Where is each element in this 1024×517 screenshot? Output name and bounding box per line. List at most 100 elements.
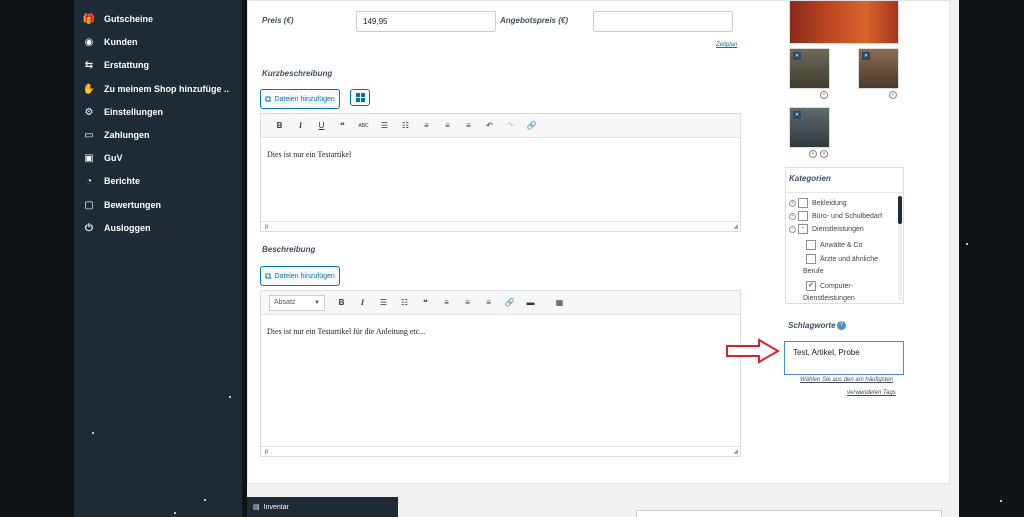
sidebar-item-label: Erstattung	[104, 60, 149, 70]
remove-circle-icon[interactable]: ×	[820, 150, 828, 158]
scrollbar-thumb[interactable]	[898, 196, 902, 224]
gears-icon: ⚙	[84, 106, 94, 118]
bullet-list-button[interactable]: ☰	[373, 298, 394, 307]
sale-price-input[interactable]	[593, 11, 733, 32]
tags-input[interactable]: Test, Artikel, Probe	[784, 341, 904, 375]
background-speck	[204, 499, 206, 501]
popular-tags-link[interactable]: Wählen Sie aus den am häufigsten	[800, 377, 893, 383]
gallery-button[interactable]	[350, 89, 370, 106]
background-speck	[966, 243, 968, 245]
add-circle-icon[interactable]: +	[809, 150, 817, 158]
align-center-button[interactable]: ≡	[437, 121, 458, 130]
price-label: Preis (€)	[262, 16, 294, 25]
sidebar-item-bewertungen[interactable]: ▢ Bewertungen	[74, 194, 242, 216]
category-checkbox-checked[interactable]: ✔	[806, 281, 816, 291]
product-main-image[interactable]	[789, 0, 899, 44]
category-checkbox[interactable]	[806, 254, 816, 264]
add-files-label: Dateien hinzufügen	[274, 95, 335, 103]
sidebar-item-label: Zu meinem Shop hinzufüge ..	[104, 84, 229, 94]
sidebar-item-zahlungen[interactable]: ▭ Zahlungen	[74, 124, 242, 146]
add-files-button[interactable]: ⧉ Dateien hinzufügen	[260, 89, 340, 109]
underline-button[interactable]: U	[311, 121, 332, 130]
category-checkbox[interactable]	[798, 198, 808, 208]
expand-icon[interactable]: +	[789, 212, 796, 220]
divider	[786, 192, 903, 193]
sidebar-item-erstattung[interactable]: ⇆ Erstattung	[74, 54, 242, 76]
blockquote-button[interactable]: ❝	[332, 121, 353, 130]
sidebar-item-kunden[interactable]: ◉ Kunden	[74, 31, 242, 53]
comment-icon: ▢	[84, 199, 94, 211]
category-label: Bekleidung	[812, 199, 847, 207]
align-right-button[interactable]: ≡	[478, 298, 499, 307]
tab-inventar[interactable]: ▤ Inventar	[247, 497, 398, 517]
category-checkbox[interactable]: -	[798, 224, 808, 234]
sidebar-item-add-to-shop[interactable]: ✋ Zu meinem Shop hinzufüge ..	[74, 78, 242, 100]
remove-image-icon[interactable]: ✕	[793, 111, 801, 119]
short-description-content[interactable]: Dies ist nur ein Testartikel	[267, 150, 351, 159]
format-select-value: Absatz	[274, 299, 296, 306]
database-icon: ▤	[253, 504, 260, 511]
align-center-button[interactable]: ≡	[457, 298, 478, 307]
category-item[interactable]: + Büro- und Schulbedarf	[789, 211, 882, 221]
editor-path: p	[261, 221, 740, 231]
remove-image-icon[interactable]: ✕	[862, 52, 870, 60]
undo-button[interactable]: ↶	[479, 121, 500, 130]
sidebar-item-gutscheine[interactable]: 🎁 Gutscheine	[74, 8, 242, 30]
category-item[interactable]: + Bekleidung	[789, 198, 847, 208]
redo-button[interactable]: ↷	[500, 121, 521, 130]
description-content[interactable]: Dies ist nur ein Testartikel für die Anl…	[267, 327, 425, 336]
popular-tags-link[interactable]: verwendeten Tags	[847, 390, 896, 396]
help-icon[interactable]: ?	[837, 321, 846, 330]
sidebar-item-berichte[interactable]: ◔ Berichte	[74, 170, 242, 192]
category-item[interactable]: Ärzte und ähnliche	[806, 254, 878, 264]
category-item[interactable]: Anwälte & Co	[806, 240, 862, 250]
toolbar-toggle-button[interactable]: ▦	[549, 298, 570, 307]
remove-circle-icon[interactable]: ×	[889, 91, 897, 99]
sidebar-item-einstellungen[interactable]: ⚙ Einstellungen	[74, 101, 242, 123]
align-right-button[interactable]: ≡	[458, 121, 479, 130]
format-select[interactable]: Absatz ▼	[269, 294, 325, 311]
bullet-list-button[interactable]: ☰	[374, 121, 395, 130]
link-button[interactable]: 🔗	[521, 121, 542, 130]
categories-scrollbar[interactable]	[898, 196, 902, 300]
resize-grip-icon[interactable]: ◢	[733, 448, 738, 455]
strikethrough-button[interactable]: ABC	[353, 123, 374, 129]
bold-button[interactable]: B	[269, 121, 290, 130]
read-more-button[interactable]: ▬	[520, 298, 541, 307]
sidebar-item-ausloggen[interactable]: ⏻ Ausloggen	[74, 217, 242, 239]
sidebar-item-label: Bewertungen	[104, 200, 162, 210]
bottom-field[interactable]	[636, 510, 942, 517]
align-left-button[interactable]: ≡	[436, 298, 457, 307]
link-button[interactable]: 🔗	[499, 298, 520, 307]
remove-circle-icon[interactable]: ×	[820, 91, 828, 99]
sidebar-item-guv[interactable]: ▣ GuV	[74, 147, 242, 169]
category-item[interactable]: − - Dienstleistungen	[789, 224, 864, 234]
short-description-editor: B I U ❝ ABC ☰ ☷ ≡ ≡ ≡ ↶ ↷ 🔗 Dies ist nur…	[260, 113, 741, 232]
align-left-button[interactable]: ≡	[416, 121, 437, 130]
description-editor: Absatz ▼ B I ☰ ☷ ❝ ≡ ≡ ≡ 🔗 ▬ ▦ Dies ist …	[260, 290, 741, 457]
category-checkbox[interactable]	[798, 211, 808, 221]
blockquote-button[interactable]: ❝	[415, 298, 436, 307]
editor-toolbar: B I U ❝ ABC ☰ ☷ ≡ ≡ ≡ ↶ ↷ 🔗	[261, 114, 740, 138]
add-files-button[interactable]: ⧉ Dateien hinzufügen	[260, 266, 340, 286]
panel-edge	[950, 0, 959, 484]
category-item[interactable]: ✔ Computer-	[806, 281, 853, 291]
numbered-list-button[interactable]: ☷	[395, 121, 416, 130]
bold-button[interactable]: B	[331, 298, 352, 307]
gallery-image-1[interactable]: ✕	[789, 48, 830, 89]
resize-grip-icon[interactable]: ◢	[733, 223, 738, 230]
expand-icon[interactable]: +	[789, 199, 796, 207]
price-input[interactable]: 149,95	[356, 11, 496, 32]
italic-button[interactable]: I	[352, 298, 373, 307]
gallery-image-2[interactable]: ✕	[858, 48, 899, 89]
schedule-link[interactable]: Zeitplan	[716, 42, 737, 48]
sidebar-item-label: Einstellungen	[104, 107, 164, 117]
category-label: Berufe	[803, 268, 824, 275]
background-speck	[229, 396, 231, 398]
gallery-image-3[interactable]: ✕	[789, 107, 830, 148]
remove-image-icon[interactable]: ✕	[793, 52, 801, 60]
numbered-list-button[interactable]: ☷	[394, 298, 415, 307]
category-checkbox[interactable]	[806, 240, 816, 250]
italic-button[interactable]: I	[290, 121, 311, 130]
collapse-icon[interactable]: −	[789, 225, 796, 233]
